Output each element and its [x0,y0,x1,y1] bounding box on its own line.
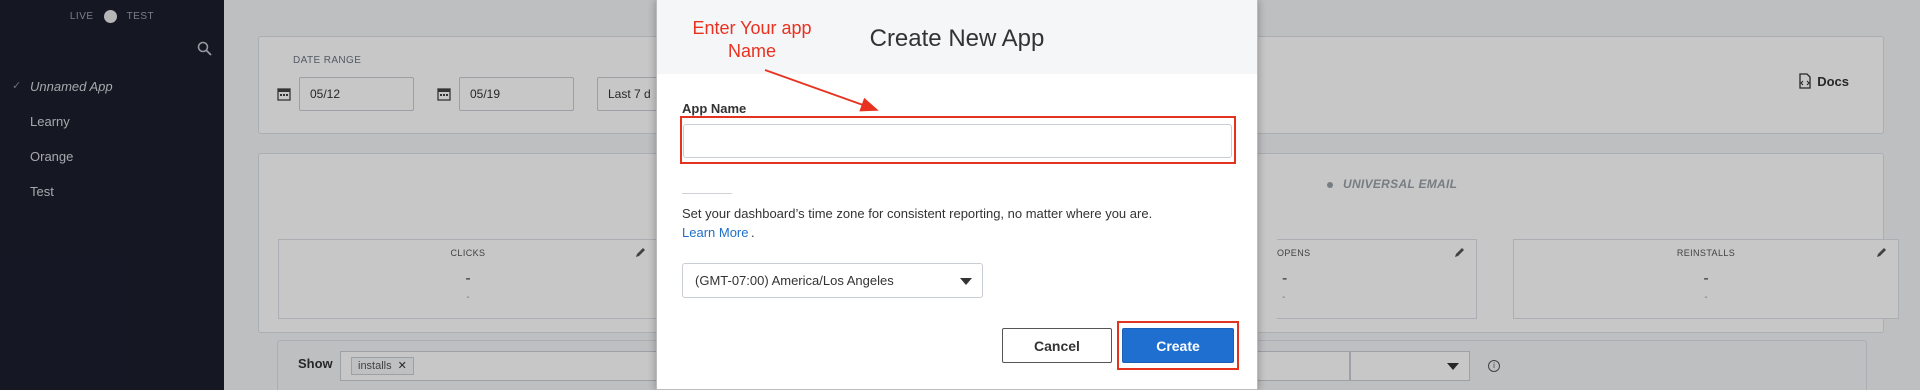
app-name-label: App Name [682,101,747,116]
learn-more-suffix: . [751,225,755,240]
timezone-value: (GMT-07:00) America/Los Angeles [695,273,894,288]
timezone-select[interactable]: (GMT-07:00) America/Los Angeles [682,263,983,298]
create-button[interactable]: Create [1122,328,1234,363]
cancel-button[interactable]: Cancel [1002,328,1112,363]
app-name-input[interactable] [683,124,1232,158]
learn-more-link[interactable]: Learn More [682,225,748,240]
create-app-modal: Create New App Enter Your app Name App N… [656,0,1258,390]
chevron-down-icon [960,278,972,285]
divider [682,193,732,194]
timezone-help-text: Set your dashboard’s time zone for consi… [682,206,1153,221]
annotation-text: Enter Your app Name [692,18,812,61]
